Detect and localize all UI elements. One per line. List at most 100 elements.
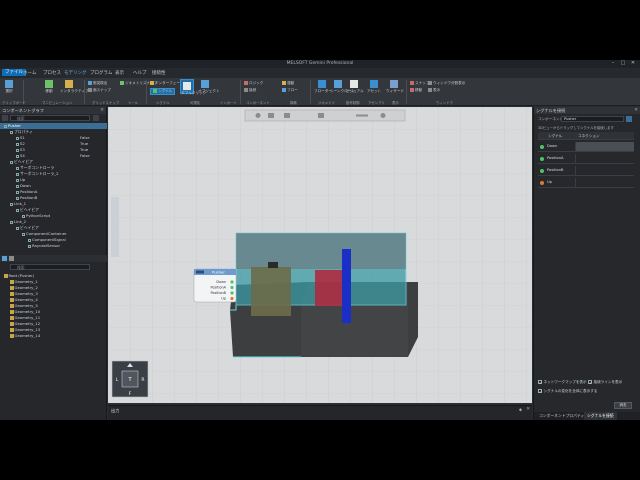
flow-item[interactable]: フロー	[282, 88, 298, 93]
signal-connection-cell[interactable]	[575, 154, 634, 163]
list-icon[interactable]	[9, 256, 14, 261]
checkbox-icon[interactable]	[16, 154, 19, 158]
signal-port[interactable]	[230, 280, 234, 284]
3d-viewport[interactable]: Pusher Down PositionA PositionB Up T L R…	[108, 107, 532, 403]
face-snap-toggle[interactable]: 面スナップ	[88, 88, 111, 93]
logic-item[interactable]: ロジック	[244, 81, 263, 86]
signal-row[interactable]: Down	[538, 141, 634, 152]
measure-icon[interactable]	[356, 114, 368, 117]
pin-icon[interactable]: ⬥	[519, 407, 522, 413]
checkbox-icon[interactable]	[4, 124, 7, 128]
tree-icon[interactable]	[2, 256, 7, 261]
checkbox-icon[interactable]	[16, 178, 19, 182]
navcube-right[interactable]: R	[141, 377, 144, 383]
filter-icon[interactable]	[2, 115, 8, 121]
signal-connection-cell[interactable]	[575, 178, 634, 187]
close-icon[interactable]: ✕	[526, 407, 530, 412]
pin-icon[interactable]: ✕	[100, 108, 104, 113]
tree-item[interactable]: RaycastSensor	[0, 243, 107, 249]
red-box[interactable]	[315, 270, 345, 306]
navigation-cube[interactable]: T L R F	[111, 360, 149, 398]
checkbox-icon[interactable]	[10, 160, 13, 164]
geometry-item[interactable]: Geometry_14	[0, 333, 40, 339]
display-item[interactable]: 表示	[428, 88, 440, 93]
checkbox-icon[interactable]	[16, 184, 19, 188]
signal-row[interactable]: Up	[538, 177, 634, 188]
geometry-search-input[interactable]: 検索	[10, 264, 90, 270]
signal-connection-cell[interactable]	[575, 166, 634, 175]
show-connection-lines-checkbox[interactable]: 接続ラインを表示	[588, 380, 622, 385]
close-button[interactable]: ✕	[628, 60, 638, 68]
signal-connection-cell[interactable]	[575, 142, 634, 151]
ribbon-scene-clone-button[interactable]: シーンクローン	[330, 78, 355, 94]
settings-icon[interactable]	[93, 115, 99, 121]
home-icon[interactable]	[255, 113, 261, 118]
checkbox-icon[interactable]	[10, 130, 13, 134]
side-toolbar[interactable]	[111, 197, 119, 257]
move-item[interactable]: 移動	[410, 88, 422, 93]
checkbox-icon[interactable]	[16, 190, 19, 194]
menu-program[interactable]: プログラム	[90, 70, 112, 76]
checkbox-icon[interactable]	[16, 208, 19, 212]
ribbon-floater-button[interactable]: フローター	[314, 78, 332, 94]
checkbox-icon[interactable]	[10, 202, 13, 206]
signal-tool[interactable]: シグナル	[150, 88, 176, 95]
component-select[interactable]: Pusher	[561, 116, 624, 122]
signal-port[interactable]	[230, 296, 234, 301]
layers-icon[interactable]	[318, 113, 324, 118]
menu-home[interactable]: ホーム	[23, 70, 36, 76]
ribbon-select-button[interactable]: 選択	[2, 78, 16, 94]
navcube-front[interactable]: F	[129, 391, 132, 397]
window-split-item[interactable]: ウィンドウ分割表示	[428, 81, 465, 86]
menu-help[interactable]: ヘルプ	[133, 70, 147, 76]
menu-connectivity[interactable]: 接続性	[152, 70, 166, 76]
checkbox-icon[interactable]	[16, 172, 19, 176]
connect-item[interactable]: 接続	[244, 88, 256, 93]
ribbon-interactive-button[interactable]: インタラクティブ	[60, 78, 89, 94]
motion-item[interactable]: 運動	[282, 81, 294, 86]
ribbon-object-button[interactable]: オブジェクト	[198, 78, 220, 94]
show-signal-changes-checkbox[interactable]: シグナルの変化を全体に表示する	[538, 389, 597, 394]
checkbox-icon[interactable]	[28, 244, 31, 248]
snap-item[interactable]: スナップ	[410, 81, 429, 86]
checkbox-icon[interactable]	[22, 214, 25, 218]
checkbox-icon[interactable]	[16, 166, 19, 170]
menu-view[interactable]: 表示	[115, 70, 124, 76]
ribbon-visual-button[interactable]: ビジュアル	[346, 78, 364, 94]
menu-modeling[interactable]: モデリング	[64, 70, 87, 76]
ribbon-doubleclick-button[interactable]: ダブルクリック	[180, 79, 206, 95]
grid-icon[interactable]	[284, 113, 290, 118]
checkbox-icon[interactable]	[10, 220, 13, 224]
tab-component-properties[interactable]: コンポーネントプロパティ	[536, 412, 587, 420]
pick-icon[interactable]	[626, 116, 632, 122]
minimize-button[interactable]: –	[608, 60, 618, 68]
signal-row[interactable]: PositionB	[538, 165, 634, 176]
checkbox-icon[interactable]	[16, 196, 19, 200]
tab-connect-signals[interactable]: シグナルを接続	[584, 412, 617, 420]
signal-port[interactable]	[230, 285, 234, 290]
checkbox-icon[interactable]	[16, 142, 19, 146]
ribbon-wizard-button[interactable]: ウィザード	[386, 78, 404, 94]
interface-tool[interactable]: インターフェース	[150, 81, 183, 86]
checkbox-icon[interactable]	[16, 136, 19, 140]
signal-row[interactable]: PositionA	[538, 153, 634, 164]
camera-icon[interactable]	[268, 113, 274, 118]
checkbox-icon[interactable]	[28, 238, 31, 242]
yellow-box[interactable]	[251, 267, 291, 316]
checkbox-icon[interactable]	[16, 148, 19, 152]
ribbon-move-button[interactable]: 移動	[42, 78, 56, 94]
menu-process[interactable]: プロセス	[43, 70, 61, 76]
checkbox-icon[interactable]	[16, 226, 19, 230]
component-search-input[interactable]: 検索	[10, 115, 90, 121]
settings-icon[interactable]	[380, 113, 386, 118]
maximize-button[interactable]: □	[618, 60, 628, 68]
scene-canvas[interactable]: Pusher Down PositionA PositionB Up T L R…	[108, 107, 532, 403]
signal-port[interactable]	[230, 291, 234, 295]
collision-detect-toggle[interactable]: 衝突検出	[88, 81, 107, 86]
ribbon-asset-button[interactable]: アセット	[366, 78, 382, 94]
show-network-map-checkbox[interactable]: ネットワークマップを表示	[538, 380, 587, 385]
pusher-plate[interactable]	[342, 249, 351, 323]
clear-button[interactable]: 消去	[614, 402, 632, 409]
close-icon[interactable]: ✕	[634, 108, 638, 113]
checkbox-icon[interactable]	[22, 232, 25, 236]
